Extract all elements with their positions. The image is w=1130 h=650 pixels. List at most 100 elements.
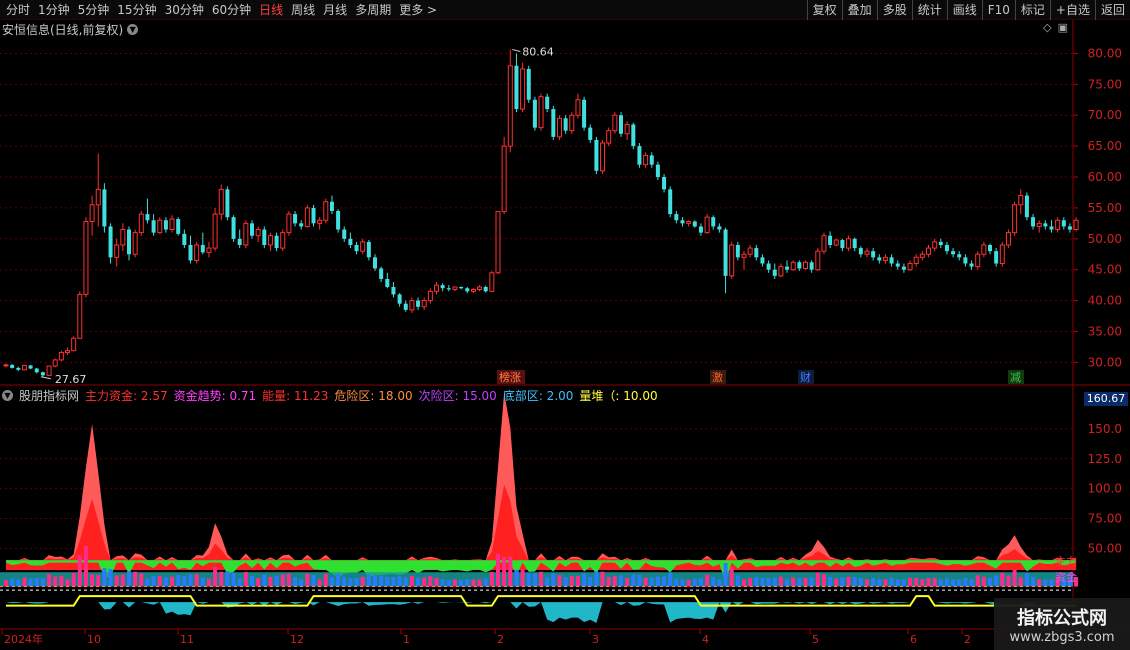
candle-body <box>421 300 427 308</box>
volume-bar <box>114 575 119 587</box>
volume-bar <box>231 572 236 587</box>
volume-bar <box>852 576 857 587</box>
volume-bar <box>102 568 107 587</box>
candle-body <box>1005 232 1011 246</box>
volume-bar <box>65 579 70 587</box>
candle-body <box>969 263 974 267</box>
candle-body <box>944 244 949 252</box>
event-badge[interactable]: 减 <box>1010 371 1021 384</box>
high-pointer <box>512 49 521 52</box>
candle-body <box>545 96 550 110</box>
volume-bar <box>742 579 746 587</box>
candle-body <box>747 247 753 255</box>
candle-body <box>397 294 402 304</box>
indicator-tick-label: 150.0 <box>1088 422 1122 436</box>
volume-bar <box>108 569 113 587</box>
candle-body <box>631 124 636 147</box>
volume-bar <box>883 579 888 587</box>
watermark-title: 指标公式网 <box>1017 607 1107 629</box>
volume-bar <box>373 575 377 587</box>
price-chart[interactable]: 80.00 75.00 70.00 65.00 60.00 55.00 50.00 45.00… <box>0 0 1130 650</box>
volume-bar <box>865 579 869 587</box>
volume-bar <box>951 579 956 587</box>
candle-body <box>729 244 735 277</box>
candle-body <box>1043 223 1048 227</box>
volume-bar <box>329 577 334 587</box>
candle-body <box>3 364 9 367</box>
candle-body <box>1036 222 1042 227</box>
candle-body <box>200 244 205 253</box>
candle-body <box>957 254 962 258</box>
volume-bar <box>717 579 722 587</box>
volume-bar <box>877 579 882 587</box>
candle-body <box>833 239 839 246</box>
volume-bar <box>662 576 667 587</box>
candle-body <box>182 233 187 245</box>
candle-body <box>637 146 642 165</box>
chevron-down-icon[interactable]: ▼ <box>2 389 13 401</box>
candle-body <box>373 257 377 269</box>
candle-body <box>803 261 808 269</box>
event-badge[interactable]: 榜涨 <box>499 370 521 384</box>
candle-body <box>176 219 181 234</box>
volume-bar <box>723 563 728 587</box>
candle-body <box>28 365 33 369</box>
volume-bar <box>569 576 574 587</box>
event-badge[interactable]: 激 <box>712 370 723 384</box>
volume-bar <box>612 576 617 587</box>
candle-body <box>655 164 660 178</box>
indicator-tick-label: 75.00 <box>1088 511 1122 525</box>
volume-bar <box>262 574 267 587</box>
candle-body <box>65 350 70 353</box>
candle-body <box>255 229 261 237</box>
candle-body <box>889 257 894 264</box>
volume-bar <box>10 578 15 587</box>
volume-bar <box>600 571 605 587</box>
candle-body <box>360 241 366 252</box>
volume-bar <box>1018 577 1023 587</box>
candle-body <box>895 263 900 267</box>
candle-body <box>988 244 992 252</box>
candle-body <box>975 253 981 268</box>
candle-body <box>680 220 685 224</box>
volume-bar <box>200 577 205 587</box>
volume-bar <box>299 579 304 587</box>
volume-bar <box>551 572 556 587</box>
volume-bar <box>348 578 353 587</box>
volume-bar <box>969 579 974 587</box>
candle-body <box>563 118 568 131</box>
volume-bar <box>908 577 913 587</box>
event-badge[interactable]: 财 <box>800 370 811 384</box>
volume-bar <box>96 575 101 587</box>
date-label: 5 <box>812 633 819 646</box>
candle-body <box>427 290 433 302</box>
volume-bar <box>754 576 759 587</box>
volume-bar <box>1000 572 1005 587</box>
volume-bar <box>243 571 248 587</box>
volume-bar <box>483 578 488 587</box>
volume-bar <box>188 574 193 587</box>
price-tick-label: 50.00 <box>1088 232 1122 246</box>
volume-bar <box>16 579 21 587</box>
volume-bar <box>90 574 95 587</box>
candle-body <box>102 189 107 227</box>
volume-bar <box>963 578 968 587</box>
volume-bar <box>286 573 291 587</box>
candle-body <box>16 367 21 370</box>
candle-body <box>686 221 692 224</box>
candle-body <box>138 213 144 234</box>
candle-body <box>877 257 882 261</box>
volume-bar <box>225 571 230 587</box>
candle-body <box>624 124 630 135</box>
volume-bar <box>785 579 790 587</box>
volume-bar <box>975 575 980 587</box>
indicator-value-4: 次险区: 15.00 <box>418 388 497 403</box>
candle-body <box>470 288 476 292</box>
volume-bar <box>625 577 630 587</box>
volume-bar <box>293 577 298 587</box>
stock-chart-app: 分时 1分钟 5分钟 15分钟 30分钟 60分钟 日线 周线 月线 多周期 更多 > 复权 叠加 多股… <box>0 0 1130 650</box>
candle-body <box>981 244 987 255</box>
candle-body <box>108 226 113 258</box>
volume-bar <box>366 574 371 587</box>
candle-body <box>218 188 224 215</box>
